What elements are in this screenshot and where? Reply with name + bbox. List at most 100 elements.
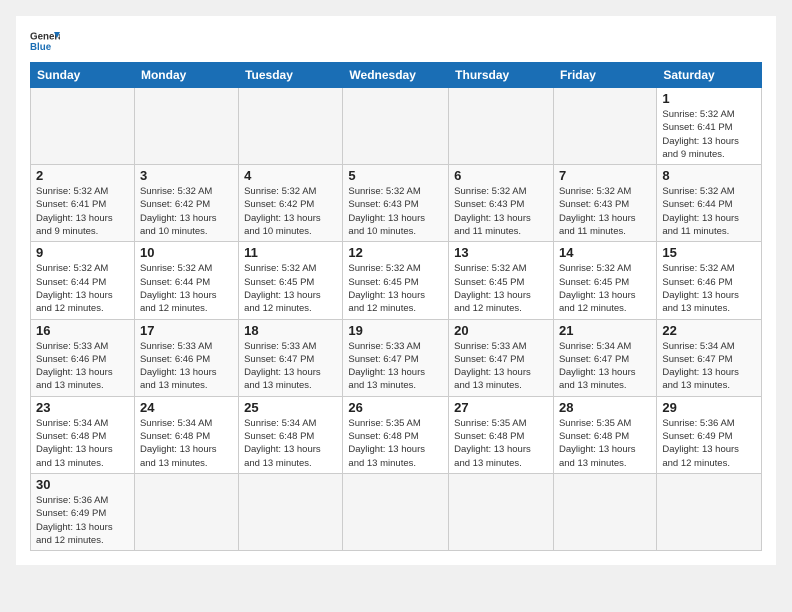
day-info: Sunrise: 5:32 AM Sunset: 6:41 PM Dayligh… xyxy=(36,185,129,238)
calendar-cell: 12Sunrise: 5:32 AM Sunset: 6:45 PM Dayli… xyxy=(343,242,449,319)
day-info: Sunrise: 5:32 AM Sunset: 6:43 PM Dayligh… xyxy=(454,185,548,238)
calendar-cell: 14 Sunrise: 5:32 AM Sunset: 6:45 PM Dayli… xyxy=(553,242,656,319)
calendar-cell: 26 Sunrise: 5:35 AM Sunset: 6:48 PM Dayli… xyxy=(343,396,449,473)
day-info: Sunrise: 5:32 AM Sunset: 6:45 PM Dayligh… xyxy=(244,262,337,315)
day-info: Sunrise: 5:32 AM Sunset: 6:46 PM Dayligh… xyxy=(662,262,756,315)
calendar-cell: 24 Sunrise: 5:34 AM Sunset: 6:48 PM Dayli… xyxy=(134,396,238,473)
calendar-cell: 18 Sunrise: 5:33 AM Sunset: 6:47 PM Dayli… xyxy=(239,319,343,396)
calendar-header-saturday: Saturday xyxy=(657,63,762,88)
calendar-table: SundayMondayTuesdayWednesdayThursdayFrid… xyxy=(30,62,762,551)
calendar-cell: 23 Sunrise: 5:34 AM Sunset: 6:48 PM Dayli… xyxy=(31,396,135,473)
calendar-cell: 27 Sunrise: 5:35 AM Sunset: 6:48 PM Dayli… xyxy=(449,396,554,473)
calendar-cell: 11 Sunrise: 5:32 AM Sunset: 6:45 PM Dayli… xyxy=(239,242,343,319)
calendar-cell xyxy=(553,473,656,550)
calendar-cell: 2Sunrise: 5:32 AM Sunset: 6:41 PM Daylig… xyxy=(31,165,135,242)
calendar-cell: 21 Sunrise: 5:34 AM Sunset: 6:47 PM Dayli… xyxy=(553,319,656,396)
day-number: 19 xyxy=(348,323,443,338)
calendar-week-row: 1Sunrise: 5:32 AM Sunset: 6:41 PM Daylig… xyxy=(31,88,762,165)
calendar-header-thursday: Thursday xyxy=(449,63,554,88)
calendar-cell: 25Sunrise: 5:34 AM Sunset: 6:48 PM Dayli… xyxy=(239,396,343,473)
day-number: 10 xyxy=(140,245,233,260)
day-info: Sunrise: 5:33 AM Sunset: 6:46 PM Dayligh… xyxy=(140,340,233,393)
day-info: Sunrise: 5:33 AM Sunset: 6:47 PM Dayligh… xyxy=(348,340,443,393)
day-info: Sunrise: 5:33 AM Sunset: 6:47 PM Dayligh… xyxy=(244,340,337,393)
day-number: 26 xyxy=(348,400,443,415)
day-info: Sunrise: 5:32 AM Sunset: 6:41 PM Dayligh… xyxy=(662,108,756,161)
calendar-week-row: 2Sunrise: 5:32 AM Sunset: 6:41 PM Daylig… xyxy=(31,165,762,242)
calendar-cell xyxy=(31,88,135,165)
day-number: 8 xyxy=(662,168,756,183)
calendar-cell: 1Sunrise: 5:32 AM Sunset: 6:41 PM Daylig… xyxy=(657,88,762,165)
calendar-page: General Blue SundayMondayTuesdayWednesda… xyxy=(16,16,776,565)
calendar-header-row: SundayMondayTuesdayWednesdayThursdayFrid… xyxy=(31,63,762,88)
day-info: Sunrise: 5:32 AM Sunset: 6:42 PM Dayligh… xyxy=(244,185,337,238)
day-info: Sunrise: 5:34 AM Sunset: 6:48 PM Dayligh… xyxy=(36,417,129,470)
day-number: 27 xyxy=(454,400,548,415)
day-number: 7 xyxy=(559,168,651,183)
calendar-cell xyxy=(449,473,554,550)
calendar-header-friday: Friday xyxy=(553,63,656,88)
calendar-week-row: 9 Sunrise: 5:32 AM Sunset: 6:44 PM Daylig… xyxy=(31,242,762,319)
calendar-cell xyxy=(239,88,343,165)
calendar-cell xyxy=(657,473,762,550)
day-info: Sunrise: 5:32 AM Sunset: 6:44 PM Dayligh… xyxy=(36,262,129,315)
day-number: 4 xyxy=(244,168,337,183)
day-info: Sunrise: 5:32 AM Sunset: 6:43 PM Dayligh… xyxy=(348,185,443,238)
day-number: 21 xyxy=(559,323,651,338)
day-number: 14 xyxy=(559,245,651,260)
day-number: 17 xyxy=(140,323,233,338)
day-number: 28 xyxy=(559,400,651,415)
day-info: Sunrise: 5:32 AM Sunset: 6:45 PM Dayligh… xyxy=(559,262,651,315)
day-info: Sunrise: 5:32 AM Sunset: 6:44 PM Dayligh… xyxy=(140,262,233,315)
calendar-cell: 10 Sunrise: 5:32 AM Sunset: 6:44 PM Dayli… xyxy=(134,242,238,319)
day-number: 5 xyxy=(348,168,443,183)
day-info: Sunrise: 5:33 AM Sunset: 6:46 PM Dayligh… xyxy=(36,340,129,393)
calendar-cell xyxy=(134,88,238,165)
calendar-cell: 22Sunrise: 5:34 AM Sunset: 6:47 PM Dayli… xyxy=(657,319,762,396)
day-info: Sunrise: 5:32 AM Sunset: 6:42 PM Dayligh… xyxy=(140,185,233,238)
day-info: Sunrise: 5:36 AM Sunset: 6:49 PM Dayligh… xyxy=(36,494,129,547)
calendar-cell: 28 Sunrise: 5:35 AM Sunset: 6:48 PM Dayli… xyxy=(553,396,656,473)
calendar-cell: 17 Sunrise: 5:33 AM Sunset: 6:46 PM Dayli… xyxy=(134,319,238,396)
day-info: Sunrise: 5:32 AM Sunset: 6:44 PM Dayligh… xyxy=(662,185,756,238)
calendar-cell xyxy=(343,473,449,550)
calendar-week-row: 16 Sunrise: 5:33 AM Sunset: 6:46 PM Dayli… xyxy=(31,319,762,396)
calendar-week-row: 30 Sunrise: 5:36 AM Sunset: 6:49 PM Dayli… xyxy=(31,473,762,550)
day-info: Sunrise: 5:32 AM Sunset: 6:45 PM Dayligh… xyxy=(454,262,548,315)
day-number: 16 xyxy=(36,323,129,338)
day-number: 23 xyxy=(36,400,129,415)
svg-text:Blue: Blue xyxy=(30,42,52,53)
calendar-header-sunday: Sunday xyxy=(31,63,135,88)
calendar-cell: 5 Sunrise: 5:32 AM Sunset: 6:43 PM Daylig… xyxy=(343,165,449,242)
day-number: 11 xyxy=(244,245,337,260)
day-number: 20 xyxy=(454,323,548,338)
logo-icon: General Blue xyxy=(30,26,60,56)
day-number: 30 xyxy=(36,477,129,492)
day-info: Sunrise: 5:36 AM Sunset: 6:49 PM Dayligh… xyxy=(662,417,756,470)
calendar-cell: 13Sunrise: 5:32 AM Sunset: 6:45 PM Dayli… xyxy=(449,242,554,319)
day-number: 6 xyxy=(454,168,548,183)
calendar-cell: 20 Sunrise: 5:33 AM Sunset: 6:47 PM Dayli… xyxy=(449,319,554,396)
day-number: 18 xyxy=(244,323,337,338)
day-info: Sunrise: 5:35 AM Sunset: 6:48 PM Dayligh… xyxy=(454,417,548,470)
day-info: Sunrise: 5:32 AM Sunset: 6:43 PM Dayligh… xyxy=(559,185,651,238)
day-info: Sunrise: 5:33 AM Sunset: 6:47 PM Dayligh… xyxy=(454,340,548,393)
calendar-cell: 4 Sunrise: 5:32 AM Sunset: 6:42 PM Daylig… xyxy=(239,165,343,242)
calendar-cell: 3Sunrise: 5:32 AM Sunset: 6:42 PM Daylig… xyxy=(134,165,238,242)
calendar-cell xyxy=(239,473,343,550)
calendar-cell xyxy=(449,88,554,165)
day-info: Sunrise: 5:34 AM Sunset: 6:48 PM Dayligh… xyxy=(140,417,233,470)
day-info: Sunrise: 5:35 AM Sunset: 6:48 PM Dayligh… xyxy=(348,417,443,470)
calendar-cell: 16 Sunrise: 5:33 AM Sunset: 6:46 PM Dayli… xyxy=(31,319,135,396)
calendar-header-monday: Monday xyxy=(134,63,238,88)
calendar-cell: 9 Sunrise: 5:32 AM Sunset: 6:44 PM Daylig… xyxy=(31,242,135,319)
page-header: General Blue xyxy=(30,26,762,56)
day-number: 9 xyxy=(36,245,129,260)
calendar-cell: 6 Sunrise: 5:32 AM Sunset: 6:43 PM Daylig… xyxy=(449,165,554,242)
day-number: 15 xyxy=(662,245,756,260)
day-info: Sunrise: 5:34 AM Sunset: 6:47 PM Dayligh… xyxy=(559,340,651,393)
calendar-cell: 19 Sunrise: 5:33 AM Sunset: 6:47 PM Dayli… xyxy=(343,319,449,396)
day-info: Sunrise: 5:34 AM Sunset: 6:47 PM Dayligh… xyxy=(662,340,756,393)
day-info: Sunrise: 5:35 AM Sunset: 6:48 PM Dayligh… xyxy=(559,417,651,470)
day-number: 24 xyxy=(140,400,233,415)
